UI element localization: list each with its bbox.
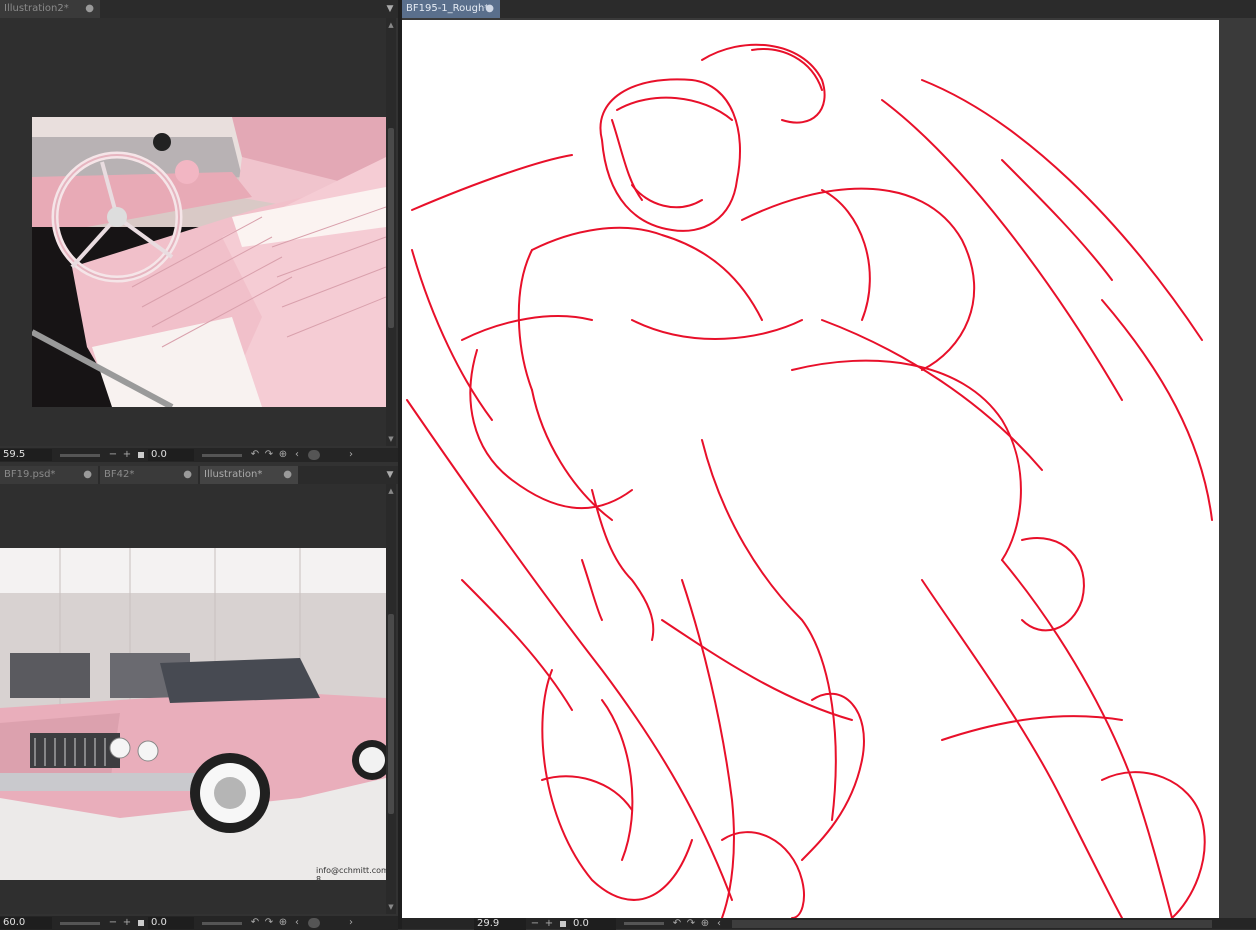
scroll-down-arrow-icon[interactable]: ▼ bbox=[386, 902, 396, 912]
bottom-left-panel: BF19.psd* ● BF42* ● Illustration* ● ▼ in… bbox=[0, 466, 398, 930]
scroll-thumb[interactable] bbox=[388, 128, 394, 328]
reset-rotation-icon[interactable]: ⊕ bbox=[276, 449, 290, 461]
reset-rotation-icon[interactable]: ⊕ bbox=[698, 918, 712, 930]
unsaved-dot-icon: ● bbox=[485, 3, 494, 14]
zoom-in-button[interactable]: + bbox=[120, 917, 134, 929]
rotate-right-icon[interactable]: ↷ bbox=[262, 917, 276, 929]
main-tabbar: BF195-1_Rough* ● bbox=[402, 0, 1256, 18]
zoom-slider[interactable] bbox=[60, 453, 100, 457]
rotate-right-icon[interactable]: ↷ bbox=[684, 918, 698, 930]
scroll-right-icon[interactable]: › bbox=[344, 917, 358, 929]
reset-rotation-icon[interactable]: ⊕ bbox=[276, 917, 290, 929]
scroll-left-icon[interactable]: ‹ bbox=[290, 449, 304, 461]
tab-illustration[interactable]: Illustration* ● bbox=[200, 466, 298, 484]
angle-field[interactable]: 0.0 bbox=[570, 917, 616, 930]
zoom-field[interactable]: 29.9 bbox=[474, 917, 526, 930]
zoom-slider[interactable] bbox=[60, 921, 100, 925]
reference-canvas-top[interactable] bbox=[0, 18, 386, 446]
scroll-thumb[interactable] bbox=[388, 614, 394, 814]
bottom-status-bar: 60.0 − + 0.0 ↶ ↷ ⊕ ‹ › bbox=[0, 916, 398, 930]
tab-bf19[interactable]: BF19.psd* ● bbox=[0, 466, 98, 484]
rotate-left-icon[interactable]: ↶ bbox=[248, 917, 262, 929]
tab-menu-chevron-down-icon[interactable]: ▼ bbox=[384, 0, 396, 18]
rotate-left-icon[interactable]: ↶ bbox=[670, 918, 684, 930]
zoom-in-button[interactable]: + bbox=[120, 449, 134, 461]
top-left-tabbar: Illustration2* ● bbox=[0, 0, 398, 18]
zoom-field[interactable]: 59.5 bbox=[0, 449, 52, 461]
hscroll-thumb[interactable] bbox=[308, 450, 320, 460]
main-panel: BF195-1_Rough* ● 29.9 − + 0.0 ↶ ↷ ⊕ ‹ bbox=[402, 0, 1256, 930]
unsaved-dot-icon: ● bbox=[183, 469, 192, 480]
fit-square-icon[interactable] bbox=[560, 920, 566, 927]
watermark-label: info@cchmitt.com bbox=[316, 866, 386, 875]
scroll-left-icon[interactable]: ‹ bbox=[712, 918, 726, 930]
pink-cadillac-image bbox=[0, 548, 386, 880]
main-status-bar: 29.9 − + 0.0 ↶ ↷ ⊕ ‹ bbox=[402, 917, 1256, 930]
rotate-left-icon[interactable]: ↶ bbox=[248, 449, 262, 461]
tab-label: Illustration2* bbox=[4, 3, 69, 14]
rough-sketch bbox=[406, 43, 1213, 918]
angle-slider[interactable] bbox=[202, 921, 242, 925]
unsaved-dot-icon: ● bbox=[83, 469, 92, 480]
scroll-up-arrow-icon[interactable]: ▲ bbox=[386, 486, 396, 496]
angle-slider[interactable] bbox=[202, 453, 242, 457]
scroll-right-icon[interactable]: › bbox=[344, 449, 358, 461]
car-interior-image bbox=[32, 117, 386, 407]
bottom-left-tabbar: BF19.psd* ● BF42* ● Illustration* ● bbox=[0, 466, 398, 484]
bottom-vertical-scrollbar[interactable]: ▲ ▼ bbox=[386, 484, 396, 914]
watermark-text: info@cchmitt.com 8 bbox=[316, 866, 386, 884]
tab-label: Illustration* bbox=[204, 469, 263, 480]
top-status-bar: 59.5 − + 0.0 ↶ ↷ ⊕ ‹ › bbox=[0, 448, 398, 462]
unsaved-dot-icon: ● bbox=[85, 3, 94, 14]
scroll-up-arrow-icon[interactable]: ▲ bbox=[386, 20, 396, 30]
hscroll-thumb[interactable] bbox=[308, 918, 320, 928]
zoom-field[interactable]: 60.0 bbox=[0, 917, 52, 929]
scroll-left-icon[interactable]: ‹ bbox=[290, 917, 304, 929]
right-gutter bbox=[1219, 20, 1256, 918]
reference-canvas-bottom[interactable]: info@cchmitt.com 8 bbox=[0, 484, 386, 914]
watermark-suffix: 8 bbox=[316, 875, 322, 884]
angle-field[interactable]: 0.0 bbox=[148, 449, 194, 461]
drawing-canvas[interactable] bbox=[402, 20, 1219, 918]
tab-bf195-rough[interactable]: BF195-1_Rough* ● bbox=[402, 0, 500, 18]
angle-field[interactable]: 0.0 bbox=[148, 917, 194, 929]
zoom-out-button[interactable]: − bbox=[106, 917, 120, 929]
scroll-down-arrow-icon[interactable]: ▼ bbox=[386, 434, 396, 444]
zoom-out-button[interactable]: − bbox=[106, 449, 120, 461]
tab-illustration2[interactable]: Illustration2* ● bbox=[0, 0, 100, 18]
hscroll-track[interactable] bbox=[732, 919, 1212, 928]
unsaved-dot-icon: ● bbox=[283, 469, 292, 480]
angle-slider[interactable] bbox=[624, 922, 664, 925]
top-vertical-scrollbar[interactable]: ▲ ▼ bbox=[386, 18, 396, 446]
fit-square-icon[interactable] bbox=[138, 452, 144, 458]
fit-square-icon[interactable] bbox=[138, 920, 144, 926]
tab-bf42[interactable]: BF42* ● bbox=[100, 466, 198, 484]
tab-label: BF42* bbox=[104, 469, 135, 480]
tab-menu-chevron-down-icon[interactable]: ▼ bbox=[384, 466, 396, 484]
rotate-right-icon[interactable]: ↷ bbox=[262, 449, 276, 461]
zoom-in-button[interactable]: + bbox=[542, 918, 556, 930]
tab-label: BF195-1_Rough* bbox=[406, 3, 490, 14]
top-left-panel: Illustration2* ● ▼ ▲ ▼ 59.5 − + 0.0 ↶ ↷ … bbox=[0, 0, 398, 462]
zoom-out-button[interactable]: − bbox=[528, 918, 542, 930]
tab-label: BF19.psd* bbox=[4, 469, 56, 480]
